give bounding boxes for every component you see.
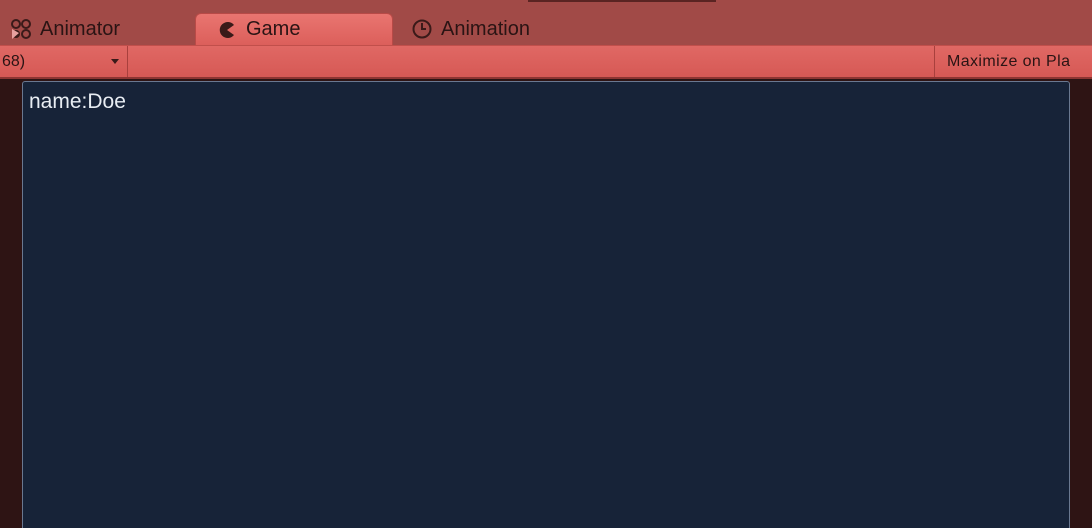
maximize-on-play-button[interactable]: Maximize on Pla: [934, 46, 1092, 77]
right-margin: [1070, 81, 1092, 528]
left-margin: [0, 81, 22, 528]
animator-icon: [10, 18, 32, 40]
tab-bar: Animator Game Animation: [0, 0, 1092, 45]
game-name-label: name:Doe: [29, 90, 126, 113]
maximize-on-play-label: Maximize on Pla: [947, 53, 1071, 70]
tab-bar-notch: [528, 0, 716, 2]
tab-game[interactable]: Game: [195, 13, 393, 45]
tab-animation[interactable]: Animation: [411, 13, 530, 45]
tab-animator[interactable]: Animator: [10, 13, 120, 45]
aspect-dropdown[interactable]: 68): [0, 46, 128, 77]
pacman-icon: [216, 19, 238, 41]
game-view[interactable]: name:Doe: [22, 81, 1070, 528]
clock-icon: [411, 18, 433, 40]
tab-animation-label: Animation: [441, 17, 530, 40]
aspect-dropdown-value: 68): [2, 53, 26, 70]
dropdown-arrow-icon: [111, 59, 119, 64]
tab-animator-label: Animator: [40, 17, 121, 40]
tab-game-label: Game: [246, 18, 301, 40]
game-toolbar: 68) Maximize on Pla: [0, 45, 1092, 79]
unity-editor-window: Animator Game Animation 68) Maximize on …: [0, 0, 1092, 528]
